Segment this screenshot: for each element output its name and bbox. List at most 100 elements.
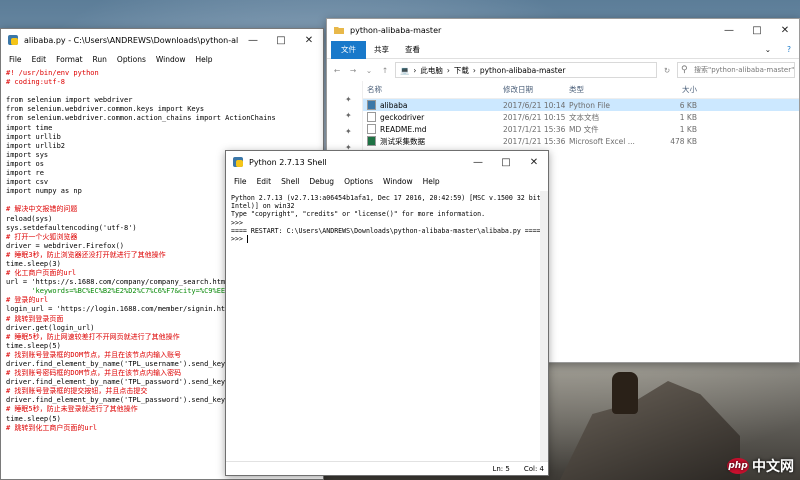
- shell-menu-file[interactable]: File: [229, 177, 252, 186]
- md-file-icon: [367, 124, 376, 134]
- editor-menu-file[interactable]: File: [4, 55, 27, 64]
- file-name: 测试采集数据: [363, 136, 503, 147]
- file-type: Python File: [569, 100, 610, 110]
- search-icon: ⚲: [681, 65, 688, 75]
- shell-output[interactable]: Python 2.7.13 (v2.7.13:a06454b1afa1, Dec…: [228, 191, 540, 461]
- file-type: Microsoft Excel ...: [569, 136, 635, 146]
- expand-ribbon-icon[interactable]: ⌄: [757, 45, 779, 54]
- maximize-button[interactable]: □: [492, 151, 520, 173]
- up-arrow-icon[interactable]: ↑: [379, 66, 391, 75]
- file-row[interactable]: alibaba 2017/6/21 10:14 Python File 6 KB: [363, 99, 799, 111]
- code-line: from selenium.webdriver.common.keys impo…: [6, 105, 205, 114]
- python-file-icon: [367, 100, 376, 110]
- php-logo: php: [727, 458, 749, 474]
- code-line: from selenium import webdriver: [6, 96, 133, 105]
- file-name: geckodriver: [363, 112, 503, 122]
- editor-menu-format[interactable]: Format: [51, 55, 87, 64]
- breadcrumb-this-pc[interactable]: 此电脑: [420, 65, 443, 76]
- python-icon: [8, 35, 18, 45]
- editor-menu-help[interactable]: Help: [190, 55, 217, 64]
- code-line: import time: [6, 123, 53, 132]
- file-list-header: 名称 修改日期 类型 大小: [363, 81, 799, 99]
- pin-icon[interactable]: ✦: [345, 127, 352, 136]
- code-line: from selenium.webdriver.common.action_ch…: [6, 114, 276, 123]
- file-row[interactable]: 测试采集数据 2017/1/21 15:36 Microsoft Excel ...…: [363, 135, 799, 147]
- ribbon-tab-share[interactable]: 共享: [366, 44, 397, 55]
- column-header-name[interactable]: 名称: [363, 84, 503, 95]
- maximize-button[interactable]: □: [267, 29, 295, 51]
- shell-menu-window[interactable]: Window: [378, 177, 418, 186]
- close-button[interactable]: ✕: [771, 19, 799, 41]
- file-row[interactable]: README.md 2017/1/21 15:36 MD 文件 1 KB: [363, 123, 799, 135]
- shell-menu-help[interactable]: Help: [418, 177, 445, 186]
- breadcrumb-downloads[interactable]: 下载: [454, 65, 469, 76]
- watermark-text: 中文网: [752, 459, 794, 475]
- desktop-figure: [612, 372, 638, 414]
- file-size: 1 KB: [679, 124, 697, 134]
- address-bar[interactable]: 💻 › 此电脑 › 下载 › python-alibaba-master: [395, 62, 657, 78]
- minimize-button[interactable]: —: [239, 29, 267, 51]
- help-icon[interactable]: ?: [779, 45, 799, 54]
- shell-menu-options[interactable]: Options: [339, 177, 378, 186]
- column-header-size[interactable]: 大小: [649, 84, 701, 95]
- editor-titlebar[interactable]: alibaba.py - C:\Users\ANDREWS\Downloads\…: [1, 29, 323, 51]
- file-name: README.md: [363, 124, 503, 134]
- folder-icon: [334, 27, 344, 34]
- editor-menu-edit[interactable]: Edit: [27, 55, 52, 64]
- pin-icon[interactable]: ✦: [345, 111, 352, 120]
- recent-dropdown-icon[interactable]: ⌄: [363, 66, 375, 75]
- line-number: Ln: 5: [492, 464, 510, 473]
- shell-menu-shell[interactable]: Shell: [276, 177, 304, 186]
- shell-title: Python 2.7.13 Shell: [249, 157, 327, 167]
- back-arrow-icon[interactable]: ←: [331, 66, 343, 75]
- address-bar-row: ← → ⌄ ↑ 💻 › 此电脑 › 下载 › python-alibaba-ma…: [327, 59, 799, 81]
- shell-titlebar[interactable]: Python 2.7.13 Shell — □ ✕: [226, 151, 548, 173]
- editor-menu-run[interactable]: Run: [88, 55, 112, 64]
- ribbon-tab-file[interactable]: 文件: [331, 40, 366, 59]
- forward-arrow-icon[interactable]: →: [347, 66, 359, 75]
- search-input[interactable]: ⚲ 搜索"python-alibaba-master": [677, 62, 795, 78]
- column-header-type[interactable]: 类型: [569, 84, 649, 95]
- editor-title: alibaba.py - C:\Users\ANDREWS\Downloads\…: [24, 35, 239, 45]
- file-name: alibaba: [363, 100, 503, 110]
- ribbon-tab-view[interactable]: 查看: [397, 44, 428, 55]
- breadcrumb-folder[interactable]: python-alibaba-master: [480, 66, 566, 75]
- shell-line: >>>: [231, 218, 247, 227]
- pin-icon[interactable]: ✦: [345, 95, 352, 104]
- column-header-date[interactable]: 修改日期: [503, 84, 569, 95]
- shell-line: >>>: [231, 235, 248, 244]
- code-line: # coding:utf-8: [6, 78, 66, 87]
- ribbon-tabs: 文件 共享 查看 ⌄ ?: [327, 40, 799, 59]
- close-button[interactable]: ✕: [295, 29, 323, 51]
- column-number: Col: 4: [523, 464, 544, 473]
- file-row[interactable]: geckodriver 2017/6/21 10:15 文本文档 1 KB: [363, 111, 799, 123]
- shell-menu-debug[interactable]: Debug: [304, 177, 339, 186]
- file-size: 1 KB: [679, 112, 697, 122]
- refresh-icon[interactable]: ↻: [661, 66, 673, 75]
- file-size: 6 KB: [679, 100, 697, 110]
- editor-menu-window[interactable]: Window: [151, 55, 191, 64]
- file-date: 2017/6/21 10:14: [503, 100, 566, 110]
- file-date: 2017/1/21 15:36: [503, 136, 566, 146]
- close-button[interactable]: ✕: [520, 151, 548, 173]
- vertical-scrollbar[interactable]: [540, 191, 548, 461]
- editor-menu-options[interactable]: Options: [112, 55, 151, 64]
- minimize-button[interactable]: —: [715, 19, 743, 41]
- shell-line: Python 2.7.13 (v2.7.13:a06454b1afa1, Dec…: [231, 194, 540, 202]
- file-date: 2017/6/21 10:15: [503, 112, 566, 122]
- explorer-titlebar[interactable]: python-alibaba-master — □ ✕: [327, 19, 799, 41]
- minimize-button[interactable]: —: [464, 151, 492, 173]
- text-cursor: [246, 235, 248, 244]
- file-type: MD 文件: [569, 124, 599, 134]
- shell-line: Intel)] on win32: [231, 202, 295, 211]
- python-icon: [233, 157, 243, 167]
- file-type: 文本文档: [569, 112, 599, 122]
- maximize-button[interactable]: □: [743, 19, 771, 41]
- pc-icon: 💻: [400, 65, 410, 75]
- shell-menu-edit[interactable]: Edit: [252, 177, 277, 186]
- code-line: import urllib: [6, 132, 61, 141]
- text-file-icon: [367, 112, 376, 122]
- python-shell-window[interactable]: Python 2.7.13 Shell — □ ✕ File Edit Shell D…: [225, 150, 549, 476]
- file-size: 478 KB: [670, 136, 697, 146]
